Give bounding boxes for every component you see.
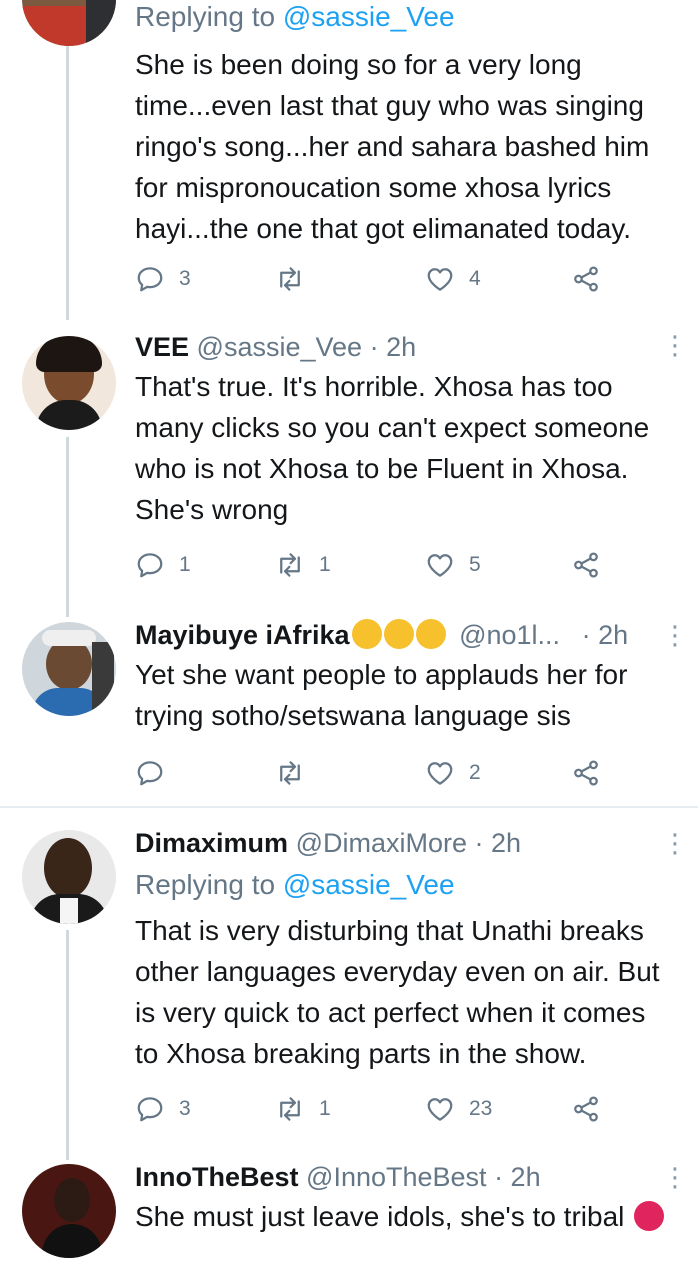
share-icon [571,1094,601,1124]
replying-to: Replying to @sassie_Vee [135,868,678,902]
like-count: 2 [469,761,481,784]
tweet-text-line: hayi...the one that got elimanated today… [135,213,632,244]
retweet-icon [275,1094,305,1124]
reply-button[interactable]: 1 [135,548,191,582]
like-button[interactable]: 23 [425,1092,492,1126]
tweet-text-line: trying sotho/setswana language sis [135,700,571,731]
user-handle[interactable]: @sassie_Vee [197,332,363,362]
share-button[interactable] [571,756,601,790]
reply-button[interactable]: 3 [135,1092,191,1126]
avatar[interactable] [22,0,116,46]
reply-icon [135,758,165,788]
retweet-icon [275,264,305,294]
tweet-text-line: Yet she want people to applauds her for [135,659,628,690]
share-icon [571,758,601,788]
tweet-text-line: That is very disturbing that Unathi brea… [135,915,644,946]
like-count: 5 [469,553,481,576]
user-handle[interactable]: @DimaxiMore [296,828,467,858]
tweet[interactable]: Dimaximum @DimaxiMore · 2h Replying to @… [0,826,698,1126]
replying-to-label: Replying to [135,869,276,900]
share-button[interactable] [571,262,601,296]
tweet-text-line: is very quick to act perfect when it com… [135,997,646,1028]
reply-button[interactable]: 3 [135,262,191,296]
thread-divider [0,806,698,808]
tweet-text-line: ringo's song...her and sahara bashed him [135,131,650,162]
share-button[interactable] [571,548,601,582]
reply-count: 1 [179,553,191,576]
reply-count: 3 [179,267,191,290]
reply-handle-link[interactable]: @sassie_Vee [283,869,455,900]
retweet-button[interactable] [275,262,305,296]
tweet-text-line: She is been doing so for a very long [135,49,582,80]
like-button[interactable]: 5 [425,548,481,582]
retweet-button[interactable]: 1 [275,1092,331,1126]
display-name[interactable]: Mayibuye iAfrika [135,620,350,650]
avatar[interactable] [22,336,116,430]
like-icon [425,1094,455,1124]
fist-emoji [415,619,446,649]
retweet-icon [275,550,305,580]
reply-icon [135,550,165,580]
timestamp[interactable]: · 2h [475,828,522,858]
tweet-header: InnoTheBest @InnoTheBest · 2h [135,1160,678,1194]
tweet-text-line: many clicks so you can't expect someone [135,412,650,443]
reply-count: 3 [179,1097,191,1120]
tweet-header: Dimaximum @DimaxiMore · 2h [135,826,678,860]
tweet-text-line: to Xhosa breaking parts in the show. [135,1038,587,1069]
timestamp[interactable]: · 2h [582,620,629,650]
tweet[interactable]: Replying to @sassie_Vee She is been doin… [0,0,698,320]
tweet-text-line: That's true. It's horrible. Xhosa has to… [135,371,613,402]
angry-face-emoji [634,1201,665,1231]
fist-emoji [383,619,414,649]
display-name[interactable]: VEE [135,332,189,362]
like-count: 23 [469,1097,493,1120]
retweet-count: 1 [319,1097,331,1120]
crying-face-emoji [351,619,382,649]
tweet-text-line: She's wrong [135,494,289,525]
tweet-text-line: other languages everyday even on air. Bu… [135,956,660,987]
more-options-icon[interactable]: ⋮ [662,1164,688,1190]
retweet-button[interactable] [275,756,305,790]
retweet-button[interactable]: 1 [275,548,331,582]
timestamp[interactable]: · 2h [494,1162,541,1192]
reply-icon [135,1094,165,1124]
share-icon [571,264,601,294]
replying-to: Replying to @sassie_Vee [135,0,678,34]
tweet-text-line: who is not Xhosa to be Fluent in Xhosa. [135,453,629,484]
more-options-icon[interactable]: ⋮ [662,830,688,856]
tweet[interactable]: VEE @sassie_Vee · 2h That's true. It's h… [0,330,698,612]
share-button[interactable] [571,1092,601,1126]
more-options-icon[interactable]: ⋮ [662,622,688,648]
reply-icon [135,264,165,294]
tweet-header: VEE @sassie_Vee · 2h [135,330,678,364]
more-options-icon[interactable]: ⋮ [662,332,688,358]
like-button[interactable]: 4 [425,262,481,296]
replying-to-label: Replying to [135,1,276,32]
display-name[interactable]: InnoTheBest [135,1162,299,1192]
tweet-text-line: time...even last that guy who was singin… [135,90,644,121]
retweet-icon [275,758,305,788]
like-icon [425,758,455,788]
like-icon [425,550,455,580]
display-name[interactable]: Dimaximum [135,828,288,858]
tweet-text-line: She must just leave idols, she's to trib… [135,1196,678,1237]
tweet-text-line: for mispronoucation some xhosa lyrics [135,172,612,203]
avatar[interactable] [22,1164,116,1258]
user-handle[interactable]: @InnoTheBest [306,1162,487,1192]
tweet-header: Mayibuye iAfrika @no1l... · 2h [135,618,678,652]
share-icon [571,550,601,580]
reply-button[interactable] [135,756,165,790]
user-handle[interactable]: @no1l... [459,620,560,650]
avatar[interactable] [22,830,116,924]
tweet[interactable]: InnoTheBest @InnoTheBest · 2h She must j… [0,1160,698,1261]
tweet-text: She must just leave idols, she's to trib… [135,1201,625,1232]
like-icon [425,264,455,294]
timestamp[interactable]: · 2h [370,332,417,362]
like-count: 4 [469,267,481,290]
reply-handle-link[interactable]: @sassie_Vee [283,1,455,32]
retweet-count: 1 [319,553,331,576]
tweet[interactable]: Mayibuye iAfrika @no1l... · 2h Yet she w… [0,618,698,798]
like-button[interactable]: 2 [425,756,481,790]
avatar[interactable] [22,622,116,716]
